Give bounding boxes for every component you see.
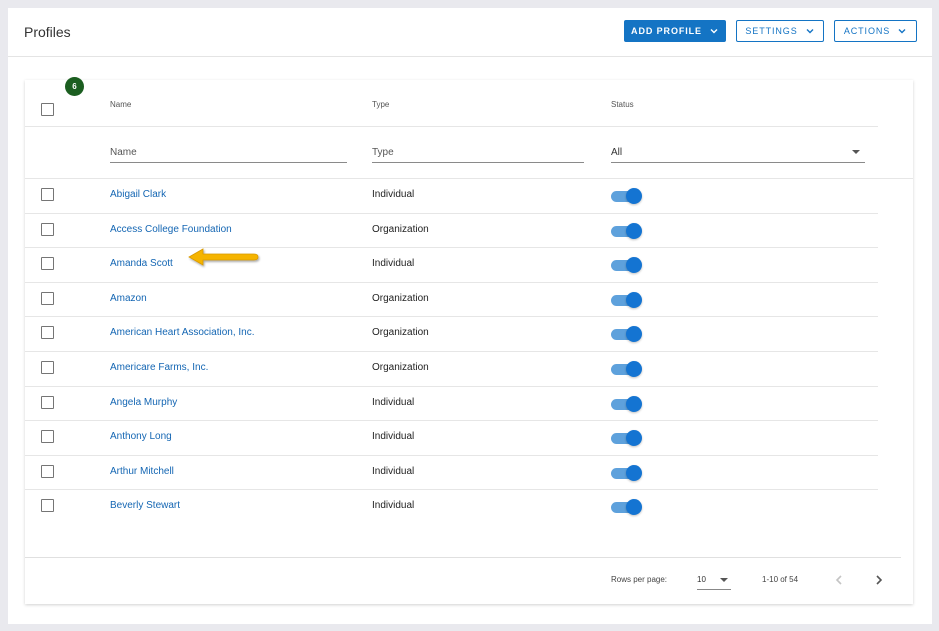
rows-per-page-label: Rows per page: [611,575,668,584]
row-checkbox[interactable] [41,464,54,478]
settings-button[interactable]: SETTINGS [736,20,824,42]
profiles-table: 6 Name Type Status All Abigail Clark Indi… [25,77,913,604]
profile-type: Individual [372,500,415,512]
header-divider [25,126,878,127]
row-checkbox[interactable] [41,222,54,236]
toggle-thumb [626,464,642,481]
table-row: Amanda Scott Individual [25,248,878,283]
name-filter-field[interactable] [110,147,347,158]
status-toggle[interactable] [610,291,642,308]
table-row: Angela Murphy Individual [25,387,878,422]
row-checkbox[interactable] [41,291,54,305]
settings-label: SETTINGS [745,26,798,36]
chevron-left-icon[interactable] [831,572,847,588]
profile-name-link[interactable]: Arthur Mitchell [110,466,174,477]
selected-count-badge: 6 [65,77,84,96]
name-filter-input[interactable] [110,146,347,163]
table-row: Abigail Clark Individual [25,179,878,214]
status-toggle[interactable] [610,222,642,239]
pagination-range: 1-10 of 54 [762,575,799,584]
table-row: American Heart Association, Inc. Organiza… [25,317,878,352]
profile-name-link[interactable]: Americare Farms, Inc. [110,362,208,373]
profile-name-link[interactable]: Amanda Scott [110,258,173,269]
chevron-down-icon [898,29,906,34]
status-toggle[interactable] [610,464,642,481]
profile-name-link[interactable]: Access College Foundation [110,224,232,235]
profile-type: Organization [372,292,429,304]
chevron-down-icon [710,29,718,34]
row-checkbox[interactable] [41,188,54,201]
profile-type: Individual [372,431,415,443]
profile-name-link[interactable]: American Heart Association, Inc. [110,327,255,338]
row-checkbox[interactable] [41,499,54,513]
table-row: Amazon Organization [25,283,878,318]
status-toggle[interactable] [610,257,642,274]
status-filter-select[interactable]: All [611,146,865,163]
profile-type: Individual [372,189,415,200]
profile-name-link[interactable]: Abigail Clark [110,189,166,200]
table-row: Arthur Mitchell Individual [25,456,878,491]
status-toggle[interactable] [610,188,642,204]
chevron-down-icon [806,29,814,34]
row-checkbox[interactable] [41,395,54,409]
toggle-thumb [626,188,642,204]
status-toggle[interactable] [610,361,642,377]
table-row: Access College Foundation Organization [25,214,878,249]
toggle-thumb [626,222,642,239]
actions-label: ACTIONS [843,26,891,36]
column-header-type[interactable]: Type [372,100,389,109]
profile-name-link[interactable]: Amazon [110,293,147,304]
toggle-thumb [626,395,642,412]
profile-type: Individual [372,258,415,270]
profile-type: Organization [372,362,429,373]
toggle-thumb [626,430,642,447]
row-checkbox[interactable] [41,361,54,374]
pointer-arrow-icon [188,248,259,266]
profile-type: Organization [372,223,429,235]
profile-type: Individual [372,396,415,408]
type-filter-input[interactable] [372,146,584,163]
status-toggle[interactable] [610,430,642,447]
status-toggle[interactable] [610,326,642,343]
toggle-thumb [626,499,642,516]
profile-name-link[interactable]: Angela Murphy [110,397,177,408]
rows-per-page-select[interactable]: 10 [697,574,731,590]
profile-type: Individual [372,465,415,477]
actions-button[interactable]: ACTIONS [834,20,917,42]
toggle-thumb [626,257,642,274]
column-header-name[interactable]: Name [110,100,131,109]
status-toggle[interactable] [610,499,642,516]
caret-down-icon [852,150,860,154]
type-filter-field[interactable] [372,147,584,158]
column-header-status[interactable]: Status [611,100,634,109]
row-checkbox[interactable] [41,257,54,271]
profiles-panel: Profiles ADD PROFILE SETTINGS ACTIONS 6 … [8,8,932,624]
toggle-thumb [626,361,642,377]
chevron-right-icon[interactable] [871,572,887,588]
table-row: Anthony Long Individual [25,421,878,456]
select-all-checkbox[interactable] [41,103,54,116]
footer-divider [25,557,901,558]
profile-type: Organization [372,327,429,339]
profile-name-link[interactable]: Anthony Long [110,431,172,442]
profile-name-link[interactable]: Beverly Stewart [110,500,180,511]
caret-down-icon [720,578,728,582]
page-title: Profiles [24,24,71,40]
page-header: Profiles ADD PROFILE SETTINGS ACTIONS [8,8,932,57]
add-profile-label: ADD PROFILE [631,26,702,36]
add-profile-button[interactable]: ADD PROFILE [624,20,726,42]
row-checkbox[interactable] [41,326,54,340]
table-row: Beverly Stewart Individual [25,490,878,524]
status-filter-value: All [611,147,623,158]
toggle-thumb [626,326,642,343]
rows-per-page-value: 10 [697,575,706,584]
toggle-thumb [626,291,642,308]
table-row: Americare Farms, Inc. Organization [25,352,878,387]
row-checkbox[interactable] [41,430,54,444]
status-toggle[interactable] [610,395,642,412]
